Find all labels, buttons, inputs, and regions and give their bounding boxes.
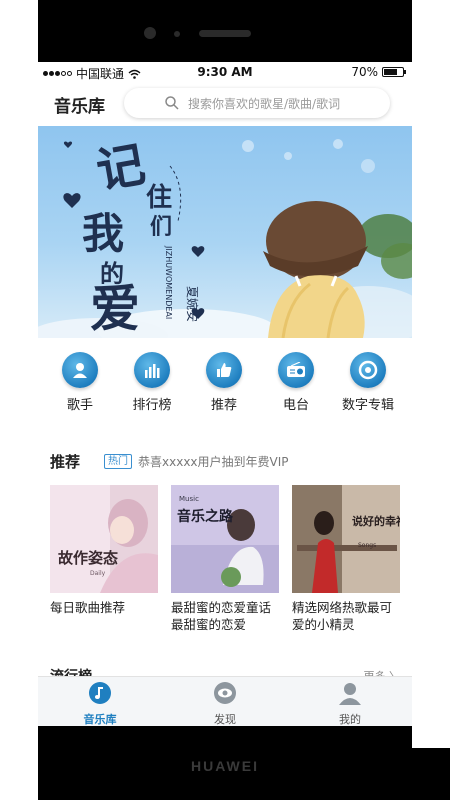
- cover-subtitle: Music: [179, 495, 199, 503]
- battery-percent: 70%: [351, 65, 378, 79]
- playlist-caption: 每日歌曲推荐: [50, 600, 126, 615]
- device-brand: HUAWEI: [191, 758, 259, 774]
- vip-notice[interactable]: 恭喜xxxxx用户抽到年费VIP: [138, 453, 289, 470]
- bottom-tab-bar: 音乐库 发现 我的: [38, 676, 412, 726]
- banner-title-char-1: 记: [92, 136, 149, 199]
- banner-pinyin: JIZHUWOMENDEAI: [164, 245, 173, 319]
- album-banner[interactable]: 记 住 们 我 的 爱 JIZHUWOMENDEAI 夏婉安: [38, 126, 412, 338]
- category-radio[interactable]: 电台: [260, 352, 332, 413]
- phone-top-bezel: [38, 0, 412, 62]
- cover-title: 音乐之路: [177, 508, 234, 525]
- thumbs-up-icon: [217, 363, 232, 377]
- category-label: 数字专辑: [341, 398, 394, 413]
- chart-icon: [145, 364, 160, 378]
- category-row: 歌手 排行榜 推荐 电台 数字专辑: [38, 352, 412, 422]
- app-screen: 中国联通 9:30 AM 70% 音乐库 搜索你喜欢的歌星/歌曲/歌词 记 住 …: [38, 62, 412, 726]
- tab-mine[interactable]: 我的: [310, 681, 390, 726]
- category-label: 歌手: [66, 398, 93, 413]
- banner-title-char-6: 爱: [90, 279, 140, 338]
- music-note-icon: [89, 682, 111, 704]
- search-placeholder: 搜索你喜欢的歌星/歌曲/歌词: [188, 96, 341, 111]
- playlist-cover: 故作姿态 Daily: [50, 485, 158, 593]
- sensor: [174, 31, 180, 37]
- earpiece-speaker: [199, 30, 251, 37]
- category-label: 排行榜: [132, 398, 172, 413]
- recommend-cards: 故作姿态 Daily 每日歌曲推荐 音乐之路 Music 最甜蜜的恋爱童话最甜蜜…: [50, 485, 400, 635]
- playlist-cover: 说好的幸福 Songs: [292, 485, 400, 593]
- recommend-header: 推荐 热门 恭喜xxxxx用户抽到年费VIP: [50, 451, 400, 471]
- banner-title-char-3: 们: [150, 214, 172, 240]
- disc-icon: [358, 360, 378, 380]
- playlist-card[interactable]: 故作姿态 Daily 每日歌曲推荐: [50, 485, 158, 616]
- cover-subtitle: Songs: [358, 542, 376, 549]
- playlist-card[interactable]: 说好的幸福 Songs 精选网络热歌最可爱的小精灵: [292, 485, 400, 633]
- playlist-card[interactable]: 音乐之路 Music 最甜蜜的恋爱童话最甜蜜的恋爱: [171, 485, 279, 633]
- category-label: 推荐: [210, 398, 237, 413]
- phone-frame: 中国联通 9:30 AM 70% 音乐库 搜索你喜欢的歌星/歌曲/歌词 记 住 …: [38, 0, 412, 800]
- category-label: 电台: [282, 398, 309, 413]
- eye-icon: [214, 682, 236, 704]
- cover-subtitle: Daily: [90, 570, 106, 577]
- singer-icon: [73, 363, 87, 378]
- banner-artist: 夏婉安: [185, 286, 200, 322]
- playlist-cover: 音乐之路 Music: [171, 485, 279, 593]
- section-title: 推荐: [50, 452, 81, 471]
- search-bar[interactable]: 搜索你喜欢的歌星/歌曲/歌词: [124, 88, 390, 118]
- page-title: 音乐库: [54, 97, 105, 117]
- tab-discover[interactable]: 发现: [185, 681, 265, 726]
- status-bar: 中国联通 9:30 AM 70%: [38, 62, 412, 82]
- cover-title: 故作姿态: [58, 549, 118, 567]
- tab-label: 音乐库: [83, 713, 117, 726]
- cover-title: 说好的幸福: [352, 514, 400, 528]
- banner-title-char-4: 我: [82, 209, 124, 258]
- category-recommend[interactable]: 推荐: [188, 352, 260, 413]
- tab-label: 发现: [214, 713, 236, 726]
- banner-artwork: 记 住 们 我 的 爱 JIZHUWOMENDEAI 夏婉安: [38, 136, 412, 338]
- category-digital-album[interactable]: 数字专辑: [332, 352, 404, 413]
- banner-title-char-2: 住: [146, 182, 172, 213]
- hot-badge: 热门: [104, 453, 133, 469]
- category-singer[interactable]: 歌手: [44, 352, 116, 413]
- playlist-caption: 最甜蜜的恋爱童话最甜蜜的恋爱: [171, 600, 272, 632]
- tab-label: 我的: [339, 713, 361, 726]
- search-icon: [165, 96, 179, 110]
- category-chart[interactable]: 排行榜: [116, 352, 188, 413]
- front-camera: [144, 27, 156, 39]
- battery-icon: [382, 67, 406, 77]
- radio-icon: [287, 362, 305, 377]
- user-icon: [339, 683, 361, 705]
- playlist-caption: 精选网络热歌最可爱的小精灵: [292, 600, 393, 632]
- app-header: 音乐库 搜索你喜欢的歌星/歌曲/歌词: [38, 82, 412, 124]
- phone-edge: [412, 748, 450, 800]
- tab-music-library[interactable]: 音乐库: [60, 681, 140, 726]
